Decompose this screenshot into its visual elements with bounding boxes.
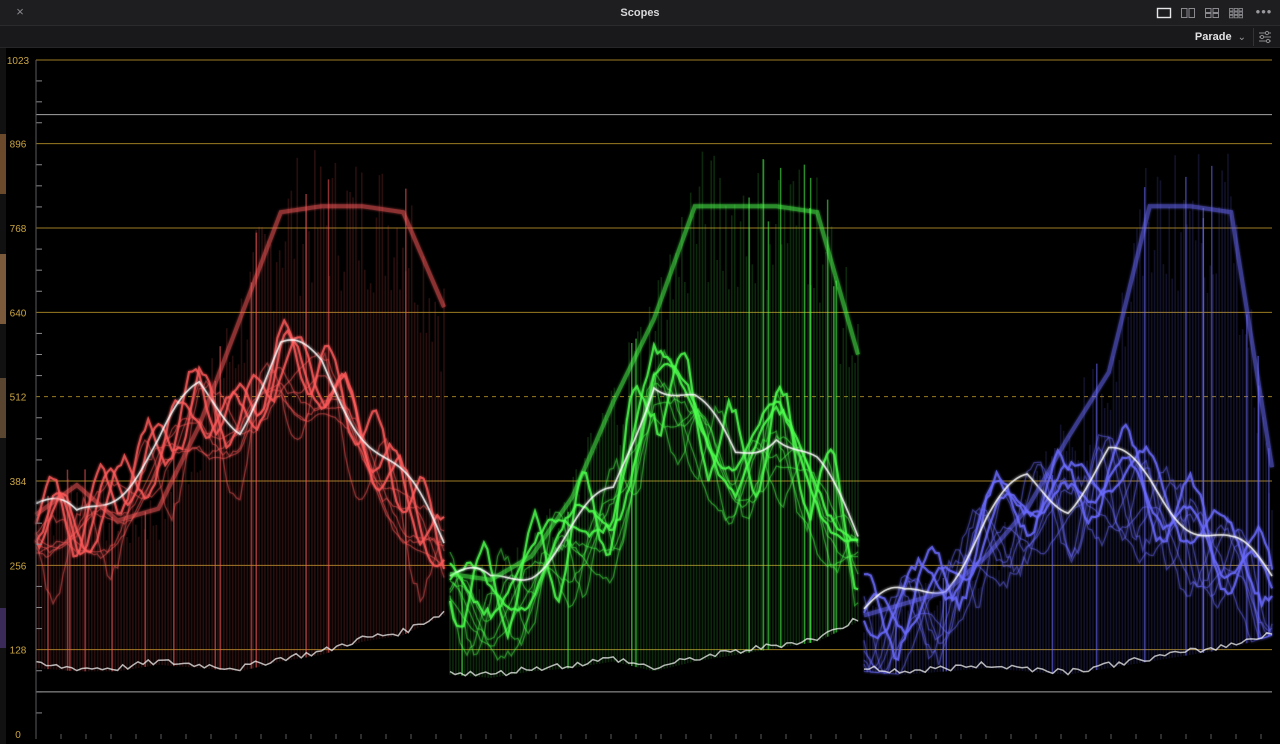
scopes-toolbar: Parade ⌄: [0, 26, 1280, 48]
panel-title: Scopes: [620, 7, 660, 19]
scale-tick-label: 896: [10, 140, 27, 151]
thumbnail-edge: [0, 378, 6, 438]
layout-buttons: [1156, 6, 1244, 20]
close-icon[interactable]: ×: [12, 4, 28, 20]
scale-tick-label: 512: [10, 393, 27, 404]
scale-tick-label: 256: [10, 561, 27, 572]
scope-type-dropdown[interactable]: Parade ⌄: [1191, 28, 1250, 46]
quad-view-icon[interactable]: [1204, 6, 1220, 20]
grid-view-icon[interactable]: [1228, 6, 1244, 20]
scale-tick-label: 128: [10, 646, 27, 657]
chevron-down-icon: ⌄: [1237, 32, 1246, 43]
dual-view-icon[interactable]: [1180, 6, 1196, 20]
more-options-icon[interactable]: •••: [1254, 3, 1274, 21]
scale-tick-label: 1023: [7, 56, 30, 67]
thumbnail-edge: [0, 134, 6, 194]
scopes-titlebar: × Scopes •••: [0, 0, 1280, 26]
parade-scope-canvas: 0 128 256 384 512 640 768 896 1023: [7, 56, 1274, 741]
blue-channel-trace: [863, 153, 1274, 676]
scope-type-label: Parade: [1194, 31, 1232, 43]
scale-tick-label: 640: [10, 308, 27, 319]
thumbnail-edge: [0, 254, 6, 324]
scale-tick-label: 768: [10, 224, 27, 235]
thumbnail-edge: [0, 608, 6, 648]
green-channel-trace: [449, 151, 860, 678]
parade-scope: 0 128 256 384 512 640 768 896 1023: [0, 48, 1280, 744]
single-view-icon[interactable]: [1156, 6, 1172, 20]
scale-tick-label: 384: [10, 477, 27, 488]
scale-tick-label: 0: [15, 730, 21, 741]
sliders-icon[interactable]: [1253, 28, 1276, 46]
left-panel-edge: [0, 48, 6, 744]
